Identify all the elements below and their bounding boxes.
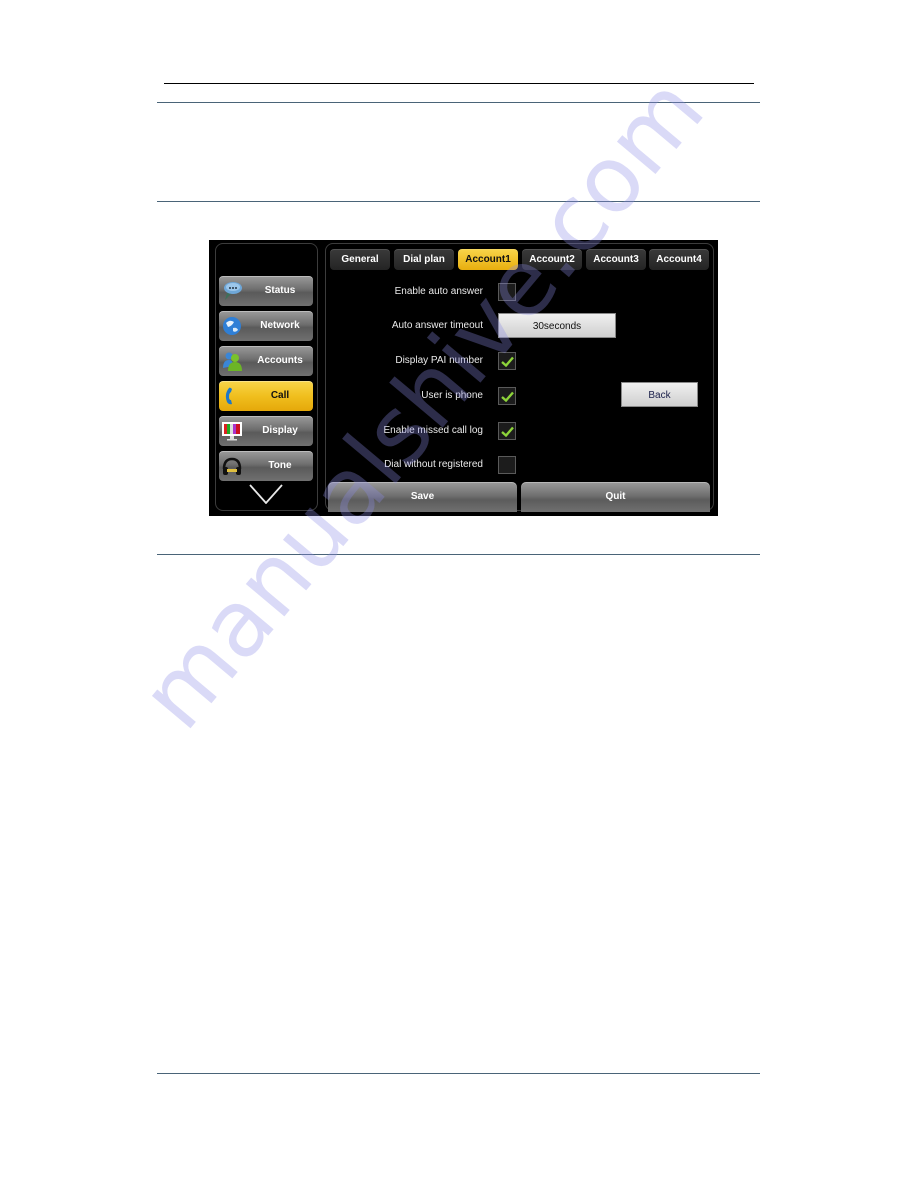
globe-icon — [221, 315, 243, 337]
setting-label: Enable auto answer — [394, 286, 483, 297]
monitor-icon — [221, 420, 243, 442]
sidebar-item-accounts[interactable]: Accounts — [219, 346, 313, 376]
checkmark-icon — [501, 356, 514, 367]
section-rule — [157, 554, 760, 555]
save-button[interactable]: Save — [328, 482, 517, 512]
tab-account1[interactable]: Account1 — [458, 249, 518, 270]
display-pai-number-checkbox[interactable] — [498, 352, 516, 370]
tab-account2[interactable]: Account2 — [522, 249, 582, 270]
setting-label: Display PAI number — [395, 355, 483, 366]
sidebar-item-status[interactable]: Status — [219, 276, 313, 306]
sidebar-item-call[interactable]: Call — [219, 381, 313, 411]
enable-missed-call-log-checkbox[interactable] — [498, 422, 516, 440]
headphones-icon — [221, 455, 243, 477]
sidebar-item-label: Display — [262, 425, 298, 436]
enable-auto-answer-checkbox[interactable] — [498, 283, 516, 301]
phone-handset-icon — [221, 385, 243, 407]
users-icon — [221, 350, 243, 372]
setting-label: User is phone — [421, 390, 483, 401]
setting-label: Auto answer timeout — [391, 320, 483, 331]
sidebar-item-network[interactable]: Network — [219, 311, 313, 341]
sidebar: Status Network Accounts Call Display Ton… — [215, 243, 318, 511]
sidebar-item-display[interactable]: Display — [219, 416, 313, 446]
section-rule — [157, 201, 760, 202]
sidebar-item-label: Status — [264, 285, 296, 296]
auto-answer-timeout-select[interactable]: 30seconds — [498, 313, 616, 338]
quit-button[interactable]: Quit — [521, 482, 710, 512]
dial-without-registered-checkbox[interactable] — [498, 456, 516, 474]
tab-account3[interactable]: Account3 — [586, 249, 646, 270]
header-rule — [164, 83, 754, 84]
chevron-down-icon[interactable] — [249, 484, 283, 505]
user-is-phone-checkbox[interactable] — [498, 387, 516, 405]
setting-label: Enable missed call log — [383, 425, 484, 436]
tab-general[interactable]: General — [330, 249, 390, 270]
checkmark-icon — [501, 391, 514, 402]
tab-dial-plan[interactable]: Dial plan — [394, 249, 454, 270]
sidebar-item-label: Call — [270, 390, 290, 401]
settings-panel: General Dial plan Account1 Account2 Acco… — [325, 243, 714, 512]
sidebar-item-label: Accounts — [257, 355, 303, 366]
back-button[interactable]: Back — [621, 382, 698, 407]
sidebar-item-label: Network — [260, 320, 300, 331]
section-rule — [157, 102, 760, 103]
setting-label: Dial without registered — [384, 459, 483, 470]
sidebar-item-tone[interactable]: Tone — [219, 451, 313, 481]
device-screenshot: Status Network Accounts Call Display Ton… — [209, 240, 718, 516]
sidebar-item-label: Tone — [268, 460, 292, 471]
tab-account4[interactable]: Account4 — [649, 249, 709, 270]
checkmark-icon — [501, 426, 514, 437]
chat-bubble-icon — [221, 280, 243, 302]
footer-rule — [157, 1073, 760, 1074]
